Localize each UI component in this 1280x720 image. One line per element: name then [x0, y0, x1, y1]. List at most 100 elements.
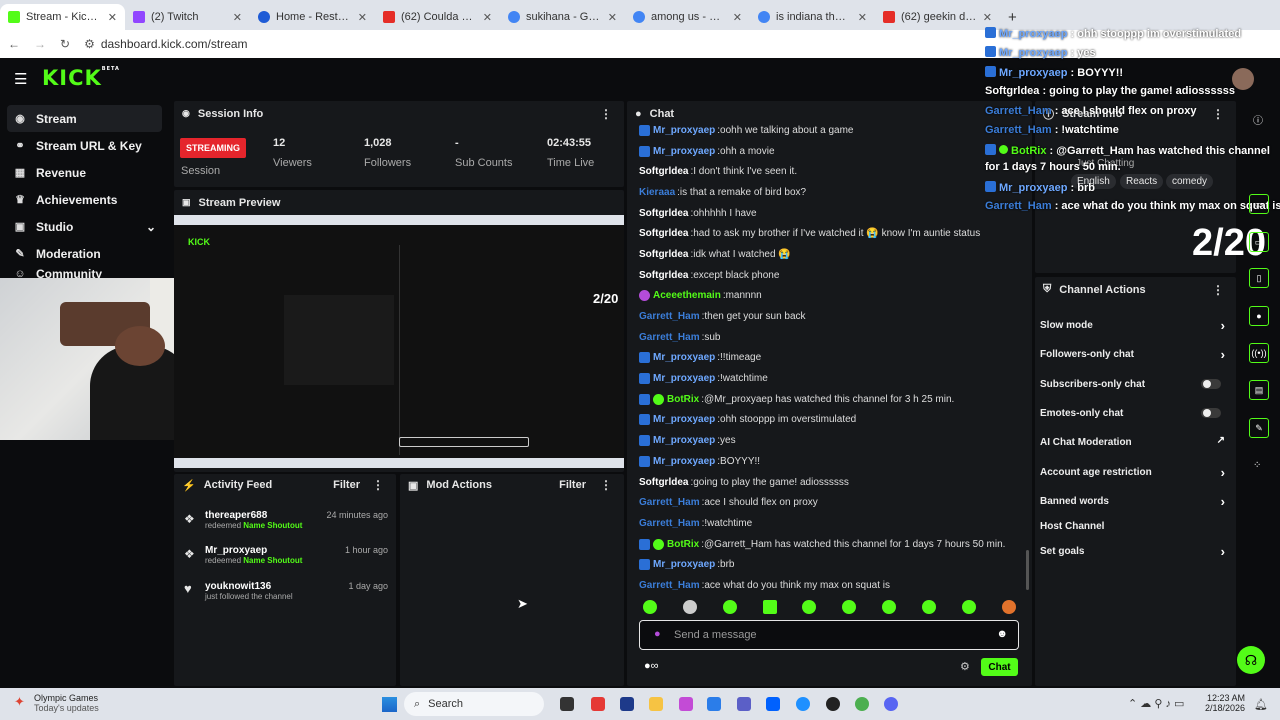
- back-icon[interactable]: ←: [8, 37, 20, 51]
- channel-action-account-age[interactable]: Account age restriction ›: [1040, 465, 1225, 480]
- chat-username[interactable]: Softgrldea: [639, 249, 688, 260]
- taskbar-clock[interactable]: 12:23 AM 2/18/2026: [1203, 693, 1245, 713]
- taskbar-app-icon[interactable]: [649, 697, 663, 711]
- taskbar-app-icon[interactable]: [796, 697, 810, 711]
- chat-log[interactable]: Mr_proxyaep: oohh we talking about a gam…: [633, 120, 1028, 590]
- sidebar-item-achievements[interactable]: ♛ Achievements: [0, 186, 170, 213]
- broadcast-icon[interactable]: ((•)): [1249, 343, 1269, 363]
- browser-tab[interactable]: Stream - Kick Dashbo✕: [0, 4, 125, 30]
- browser-tab[interactable]: Home - Restream✕: [250, 4, 375, 30]
- browser-tab[interactable]: sukihana - Google Se✕: [500, 4, 625, 30]
- emote-icon[interactable]: [723, 600, 737, 614]
- grid-icon[interactable]: ▤: [1249, 380, 1269, 400]
- rail-button-icon[interactable]: ▯: [1249, 268, 1269, 288]
- browser-tab[interactable]: among us - Google Se✕: [625, 4, 750, 30]
- emoji-icon[interactable]: ☻: [996, 628, 1008, 640]
- avatar[interactable]: [1232, 68, 1254, 90]
- emote-icon[interactable]: [922, 600, 936, 614]
- taskbar-app-icon[interactable]: [679, 697, 693, 711]
- notification-icon[interactable]: 🔔︎: [1254, 698, 1268, 711]
- tag[interactable]: comedy: [1166, 174, 1214, 189]
- kebab-menu-icon[interactable]: ⋮: [1212, 283, 1224, 297]
- channel-action-banned-words[interactable]: Banned words ›: [1040, 494, 1225, 509]
- sidebar-item-moderation[interactable]: ✎ Moderation: [0, 240, 170, 267]
- channel-action-emotes-only[interactable]: Emotes-only chat: [1040, 408, 1225, 419]
- discord-icon[interactable]: [884, 697, 898, 711]
- chat-username[interactable]: BotRix: [667, 394, 699, 405]
- taskbar-app-icon[interactable]: [560, 697, 574, 711]
- menu-icon[interactable]: ☰: [14, 70, 27, 88]
- channel-action-slow-mode[interactable]: Slow mode ›: [1040, 318, 1225, 333]
- filter-button[interactable]: Filter: [559, 479, 586, 491]
- wrench-icon[interactable]: ✎: [1249, 418, 1269, 438]
- sidebar-item-stream-url[interactable]: ⚭ Stream URL & Key: [0, 132, 170, 159]
- chat-username[interactable]: Garrett_Ham: [639, 497, 700, 508]
- points-icon[interactable]: ●∞: [644, 660, 659, 672]
- chat-username[interactable]: Mr_proxyaep: [653, 456, 715, 467]
- chat-username[interactable]: Mr_proxyaep: [653, 125, 715, 136]
- kick-logo[interactable]: KICKBETA: [42, 66, 120, 90]
- chrome-icon[interactable]: [855, 697, 869, 711]
- info-icon[interactable]: ⓘ: [1253, 112, 1263, 127]
- chat-username[interactable]: Softgrldea: [639, 477, 688, 488]
- channel-action-ai-moderation[interactable]: AI Chat Moderation ↗: [1040, 435, 1225, 448]
- gear-icon[interactable]: ⚙: [960, 660, 970, 673]
- windows-start-icon[interactable]: [382, 697, 397, 712]
- dots-icon[interactable]: ⁘: [1253, 460, 1261, 471]
- chat-bubble-icon[interactable]: ●: [1249, 306, 1269, 326]
- channel-action-set-goals[interactable]: Set goals ›: [1040, 544, 1225, 559]
- sidebar-item-revenue[interactable]: ▦ Revenue: [0, 159, 170, 186]
- chat-username[interactable]: Mr_proxyaep: [653, 373, 715, 384]
- tag[interactable]: Reacts: [1120, 174, 1164, 189]
- url-text[interactable]: dashboard.kick.com/stream: [101, 37, 248, 51]
- forward-icon[interactable]: →: [34, 37, 46, 51]
- tray-icons[interactable]: ⌃ ☁ ⚲ ♪ ▭: [1128, 697, 1184, 710]
- chat-username[interactable]: Garrett_Ham: [639, 311, 700, 322]
- chat-username[interactable]: Mr_proxyaep: [653, 435, 715, 446]
- chat-username[interactable]: BotRix: [667, 539, 699, 550]
- channel-action-subscribers-only[interactable]: Subscribers-only chat: [1040, 379, 1225, 390]
- filter-button[interactable]: Filter: [333, 479, 360, 491]
- chat-username[interactable]: Softgrldea: [639, 208, 688, 219]
- browser-tab[interactable]: (62) Coulda Been Lov✕: [375, 4, 500, 30]
- emote-icon[interactable]: [882, 600, 896, 614]
- emote-icon[interactable]: [763, 600, 777, 614]
- weather-widget[interactable]: Olympic Games Today's updates: [34, 693, 99, 713]
- sidebar-item-stream[interactable]: ◉ Stream: [7, 105, 162, 132]
- taskbar-search[interactable]: ⌕ Search: [404, 692, 544, 716]
- support-button[interactable]: ☊: [1237, 646, 1265, 674]
- kebab-menu-icon[interactable]: ⋮: [600, 107, 612, 121]
- browser-tab[interactable]: (62) geekin ddg - You✕: [875, 4, 1000, 30]
- browser-tab[interactable]: (2) Twitch ✕: [125, 4, 250, 30]
- taskbar-app-icon[interactable]: [826, 697, 840, 711]
- subscribers-only-toggle[interactable]: [1201, 379, 1221, 389]
- channel-action-host-channel[interactable]: Host Channel: [1040, 521, 1225, 532]
- taskbar-app-icon[interactable]: [737, 697, 751, 711]
- emote-icon[interactable]: [802, 600, 816, 614]
- chat-username[interactable]: Mr_proxyaep: [653, 414, 715, 425]
- chat-username[interactable]: Softgrldea: [639, 228, 688, 239]
- emote-icon[interactable]: [683, 600, 697, 614]
- taskbar-app-icon[interactable]: [620, 697, 634, 711]
- kebab-menu-icon[interactable]: ⋮: [1212, 107, 1224, 121]
- chat-username[interactable]: Softgrldea: [639, 270, 688, 281]
- send-chat-button[interactable]: Chat: [981, 658, 1018, 676]
- sidebar-item-studio[interactable]: ▣ Studio ⌄: [0, 213, 170, 240]
- stream-preview-video[interactable]: KICK 2/20: [174, 215, 624, 468]
- chat-username[interactable]: Mr_proxyaep: [653, 146, 715, 157]
- chat-username[interactable]: Softgrldea: [639, 166, 688, 177]
- emote-icon[interactable]: [962, 600, 976, 614]
- emote-icon[interactable]: [842, 600, 856, 614]
- rail-button-icon[interactable]: ▭: [1249, 194, 1269, 214]
- taskbar-app-icon[interactable]: [707, 697, 721, 711]
- chat-username[interactable]: Garrett_Ham: [639, 518, 700, 529]
- browser-tab[interactable]: is indiana the same a✕: [750, 4, 875, 30]
- chat-username[interactable]: Kieraaa: [639, 187, 675, 198]
- emote-icon[interactable]: [1002, 600, 1016, 614]
- chat-username[interactable]: Mr_proxyaep: [653, 352, 715, 363]
- chat-username[interactable]: Garrett_Ham: [639, 580, 700, 590]
- channel-action-followers-only[interactable]: Followers-only chat ›: [1040, 347, 1225, 362]
- emote-icon[interactable]: [643, 600, 657, 614]
- chat-username[interactable]: Garrett_Ham: [639, 332, 700, 343]
- chat-username[interactable]: Mr_proxyaep: [653, 559, 715, 570]
